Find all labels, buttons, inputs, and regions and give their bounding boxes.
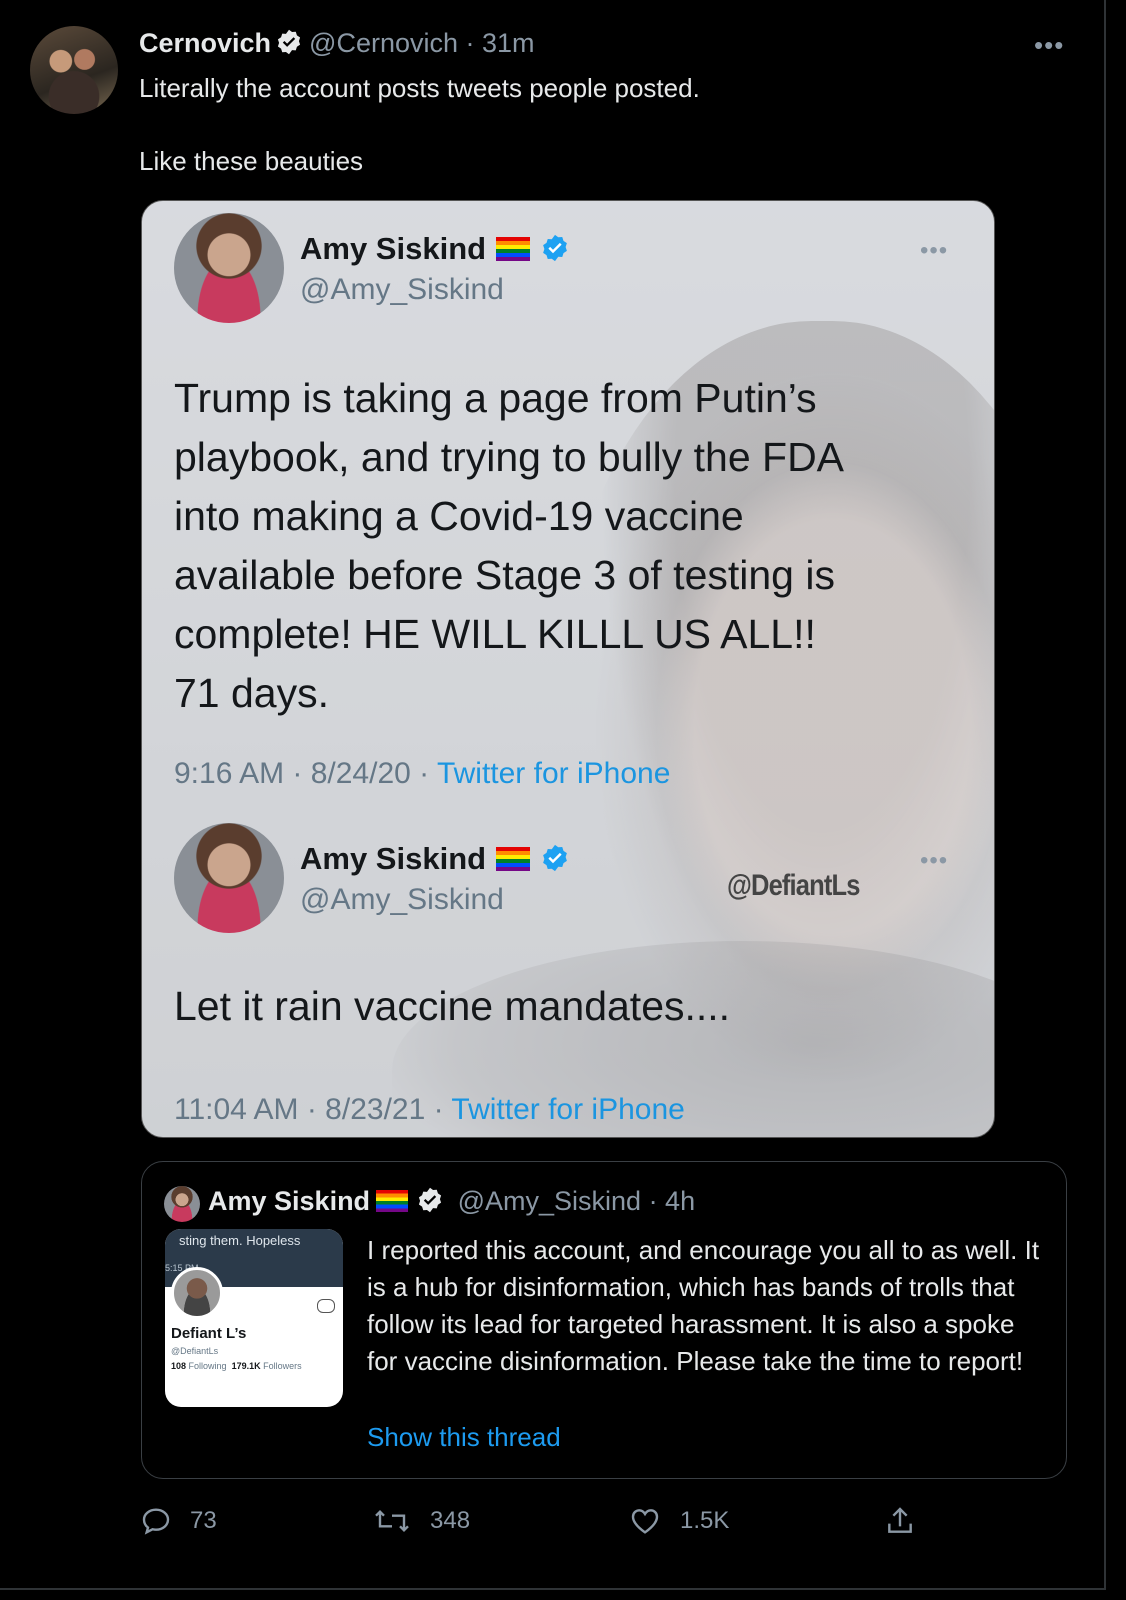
quoted-tweet-time: · 4h: [648, 1186, 696, 1216]
heart-icon: [631, 1509, 659, 1534]
author-name[interactable]: Cernovich: [139, 28, 271, 58]
author-handle[interactable]: @Cernovich: [309, 28, 458, 58]
rainbow-flag-icon: [496, 237, 531, 261]
quoted-media-thumbnail: sting them. Hopeless 5:15 PM Defiant L’s…: [165, 1229, 343, 1407]
embedded-meta-1: 9:16 AM · 8/24/20 · Twitter for iPhone: [174, 757, 671, 790]
thumbnail-avatar: [171, 1267, 223, 1319]
like-button[interactable]: 1.5K: [628, 1504, 729, 1538]
reply-count: 73: [190, 1507, 217, 1534]
author-avatar[interactable]: [30, 26, 118, 114]
quoted-author-handle: @Amy_Siskind: [457, 1186, 642, 1216]
embedded-tweet-body-2: Let it rain vaccine mandates....: [174, 983, 731, 1029]
quoted-tweet[interactable]: Amy Siskind @Amy_Siskind · 4h sting them…: [141, 1161, 1067, 1479]
verified-badge-icon: [277, 29, 301, 55]
embedded-tweet-body-1: Trump is taking a page from Putin’s play…: [174, 375, 845, 716]
retweet-button[interactable]: 348: [372, 1504, 470, 1538]
embedded-meta-2: 11:04 AM · 8/23/21 · Twitter for iPhone: [174, 1093, 685, 1126]
thumbnail-profile-handle: @DefiantLs: [171, 1346, 219, 1356]
verified-badge-icon: [418, 1187, 442, 1213]
watermark: @DefiantLs: [727, 869, 860, 902]
tweet-card: Cernovich @Cernovich · 31m ••• Literally …: [0, 0, 1106, 1590]
attached-image[interactable]: Amy Siskind @Amy_Siskind ••• Trump is ta…: [141, 200, 995, 1138]
quoted-tweet-text: I reported this account, and encourage y…: [367, 1235, 1040, 1376]
rainbow-flag-icon: [376, 1190, 409, 1212]
rainbow-flag-icon: [496, 847, 531, 871]
reply-button[interactable]: 73: [140, 1504, 217, 1538]
quoted-author-name: Amy Siskind: [208, 1186, 371, 1216]
thumbnail-caption: sting them. Hopeless: [179, 1233, 301, 1248]
embedded-name-2: Amy Siskind: [300, 841, 576, 877]
embedded-avatar: [174, 213, 284, 323]
tweet-text-line2: Like these beauties: [139, 146, 364, 176]
verified-badge-icon: [543, 234, 567, 262]
embedded-name-1: Amy Siskind: [300, 231, 576, 267]
like-count: 1.5K: [680, 1507, 730, 1534]
tweet-time[interactable]: 31m: [482, 28, 535, 58]
verified-badge-icon: [543, 844, 567, 872]
show-thread-link[interactable]: Show this thread: [367, 1422, 561, 1453]
embedded-handle-1: @Amy_Siskind: [300, 273, 504, 306]
embedded-more-icon: •••: [920, 847, 949, 874]
embedded-handle-2: @Amy_Siskind: [300, 883, 504, 916]
embedded-more-icon: •••: [920, 237, 949, 264]
quoted-author-avatar: [164, 1186, 200, 1222]
more-options-icon[interactable]: •••: [1034, 30, 1064, 61]
tweet-text-line1: Literally the account posts tweets peopl…: [139, 73, 700, 103]
retweet-icon: [375, 1509, 409, 1533]
share-button[interactable]: [884, 1504, 934, 1538]
embedded-avatar: [174, 823, 284, 933]
thumbnail-profile-name: Defiant L’s: [171, 1325, 247, 1342]
retweet-count: 348: [430, 1507, 471, 1534]
tweet-header: Cernovich @Cernovich · 31m: [139, 28, 535, 58]
quoted-tweet-header: Amy Siskind @Amy_Siskind · 4h: [208, 1186, 695, 1217]
eye-icon: [317, 1299, 335, 1313]
thumbnail-profile-stats: 108 Following 179.1K Followers: [171, 1361, 302, 1371]
share-icon: [888, 1507, 912, 1533]
reply-icon: [142, 1508, 170, 1535]
